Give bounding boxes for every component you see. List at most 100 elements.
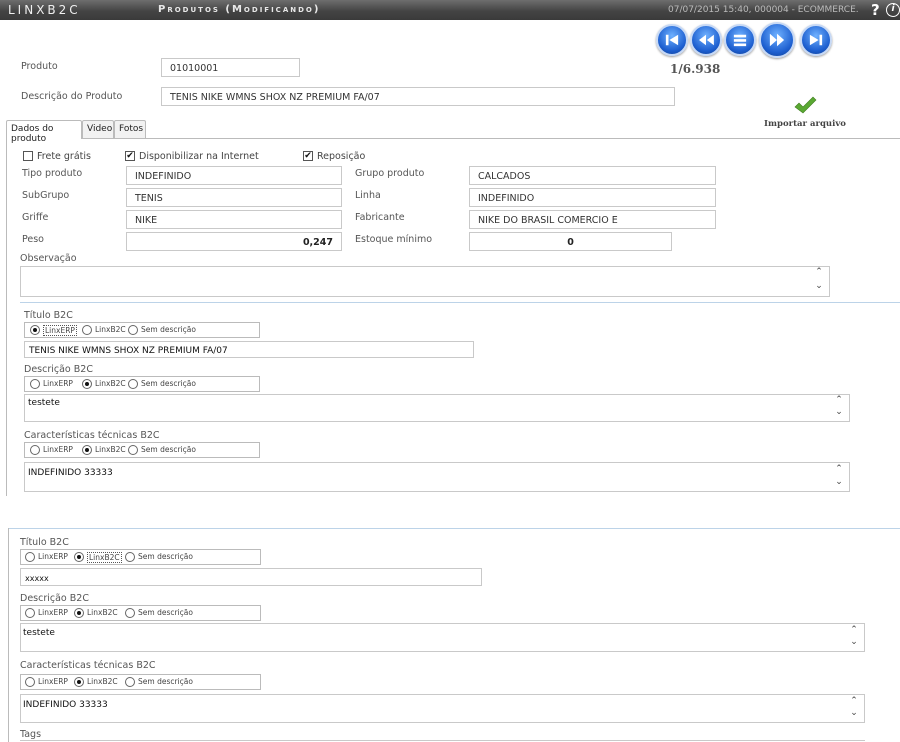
descricao-produto-field[interactable]: TENIS NIKE WMNS SHOX NZ PREMIUM FA/07 (161, 87, 675, 106)
caracteristicas-linxb2c-radio[interactable] (82, 445, 92, 455)
titulo-linxerp-radio[interactable] (30, 325, 40, 335)
caracteristicas-linxb2c-radio[interactable] (74, 677, 84, 687)
previous-record-button[interactable] (690, 24, 722, 56)
observacao-label: Observação (20, 253, 77, 264)
descricao-linxerp-label: LinxERP (38, 608, 68, 617)
linha-field[interactable]: INDEFINIDO (469, 188, 716, 207)
caracteristicas-b2c-value: INDEFINIDO 33333 (28, 468, 113, 478)
griffe-field[interactable]: NIKE (126, 210, 342, 229)
subgrupo-field[interactable]: TENIS (126, 188, 342, 207)
titulo-linxerp-radio[interactable] (25, 552, 35, 562)
tab-fotos[interactable]: Fotos (114, 120, 146, 138)
descricao-linxb2c-label: LinxB2C (87, 608, 118, 617)
subgrupo-label: SubGrupo (22, 190, 70, 201)
grupo-produto-field[interactable]: CALCADOS (469, 166, 716, 185)
titulo-sem-descricao-radio[interactable] (128, 325, 138, 335)
list-view-button[interactable] (724, 24, 756, 56)
tipo-produto-field[interactable]: INDEFINIDO (126, 166, 342, 185)
caracteristicas-b2c-label: Características técnicas B2C (24, 430, 160, 441)
frete-gratis-checkbox[interactable] (23, 151, 33, 161)
titulo-linxb2c-radio[interactable] (82, 325, 92, 335)
descricao-b2c-label: Descrição B2C (24, 364, 93, 375)
caracteristicas-sem-descricao-radio[interactable] (125, 677, 135, 687)
estoque-minimo-field[interactable]: 0 (469, 232, 672, 251)
descricao-sem-descricao-label: Sem descrição (141, 379, 196, 388)
descricao-sem-descricao-radio[interactable] (128, 379, 138, 389)
tab-video[interactable]: Video (82, 120, 114, 138)
descricao-linxb2c-label: LinxB2C (95, 379, 126, 388)
info-icon[interactable]: i (886, 3, 900, 17)
caracteristicas-linxerp-label: LinxERP (43, 445, 73, 454)
last-record-button[interactable] (800, 24, 832, 56)
titulo-linxerp-label: LinxERP (43, 325, 77, 336)
scroll-up-icon[interactable]: ⌃ (833, 464, 845, 474)
caracteristicas-b2c-radio-group: LinxERP LinxB2C Sem descrição (20, 674, 261, 690)
descricao-b2c-radio-group: LinxERP LinxB2C Sem descrição (24, 376, 260, 392)
descricao-sem-descricao-radio[interactable] (125, 608, 135, 618)
descricao-linxb2c-radio[interactable] (74, 608, 84, 618)
caracteristicas-sem-descricao-radio[interactable] (128, 445, 138, 455)
titulo-linxerp-label: LinxERP (38, 552, 68, 561)
descricao-b2c-textarea[interactable]: testete ⌃ ⌄ (24, 394, 850, 422)
descricao-produto-label: Descrição do Produto (21, 91, 123, 102)
panel-left-border (8, 528, 9, 742)
produto-field[interactable]: 01010001 (161, 58, 300, 77)
titulo-linxb2c-label: LinxB2C (87, 552, 122, 563)
titulo-b2c-label: Título B2C (20, 537, 69, 548)
scroll-up-icon[interactable]: ⌃ (833, 395, 845, 405)
descricao-linxerp-label: LinxERP (43, 379, 73, 388)
caracteristicas-sem-descricao-label: Sem descrição (141, 445, 196, 454)
caracteristicas-linxerp-radio[interactable] (25, 677, 35, 687)
titulo-sem-descricao-radio[interactable] (125, 552, 135, 562)
scroll-down-icon[interactable]: ⌄ (833, 477, 845, 487)
scroll-down-icon[interactable]: ⌄ (848, 637, 860, 647)
disponibilizar-internet-checkbox[interactable]: ✔ (125, 151, 135, 161)
tab-dados-do-produto[interactable]: Dados do produto (6, 120, 82, 144)
scroll-up-icon[interactable]: ⌃ (848, 696, 860, 706)
import-file-button[interactable]: Importar arquivo (760, 96, 850, 129)
tags-label: Tags (20, 729, 42, 740)
checkmark-icon (794, 96, 817, 114)
scroll-down-icon[interactable]: ⌄ (848, 708, 860, 718)
app-title: LINXB2C (8, 3, 81, 17)
descricao-b2c-textarea[interactable]: testete ⌃ ⌄ (20, 623, 865, 652)
titulo-linxb2c-radio[interactable] (74, 552, 84, 562)
titulo-b2c-value: TENIS NIKE WMNS SHOX NZ PREMIUM FA/07 (29, 346, 228, 356)
descricao-linxerp-radio[interactable] (25, 608, 35, 618)
caracteristicas-b2c-textarea[interactable]: INDEFINIDO 33333 ⌃ ⌄ (20, 694, 865, 723)
estoque-minimo-label: Estoque mínimo (355, 234, 433, 245)
titulo-b2c-label: Título B2C (24, 310, 73, 321)
caracteristicas-linxerp-radio[interactable] (30, 445, 40, 455)
descricao-b2c-value: testete (28, 398, 60, 408)
grupo-produto-label: Grupo produto (355, 168, 425, 179)
help-icon[interactable]: ? (871, 1, 880, 19)
scroll-up-icon[interactable]: ⌃ (848, 625, 860, 635)
peso-field[interactable]: 0,247 (126, 232, 342, 251)
next-record-button[interactable] (759, 22, 795, 58)
descricao-sem-descricao-label: Sem descrição (138, 608, 193, 617)
caracteristicas-linxb2c-label: LinxB2C (87, 677, 118, 686)
scroll-down-icon[interactable]: ⌄ (813, 281, 825, 291)
caracteristicas-b2c-label: Características técnicas B2C (20, 660, 156, 671)
tipo-produto-label: Tipo produto (22, 168, 83, 179)
titulo-b2c-value: xxxxx (25, 574, 49, 583)
fabricante-field[interactable]: NIKE DO BRASIL COMERCIO E (469, 210, 716, 229)
descricao-b2c-value: testete (23, 628, 55, 638)
caracteristicas-b2c-textarea[interactable]: INDEFINIDO 33333 ⌃ ⌄ (24, 462, 850, 492)
fast-forward-icon (769, 33, 785, 47)
reposicao-checkbox[interactable]: ✔ (303, 151, 313, 161)
disponibilizar-internet-label: Disponibilizar na Internet (139, 151, 259, 162)
first-record-button[interactable] (656, 24, 688, 56)
skip-forward-icon (809, 34, 823, 46)
descricao-linxerp-radio[interactable] (30, 379, 40, 389)
observacao-textarea[interactable]: ⌃ ⌄ (20, 266, 830, 297)
titulo-b2c-field[interactable]: TENIS NIKE WMNS SHOX NZ PREMIUM FA/07 (24, 341, 474, 358)
panel-left-border (6, 138, 7, 496)
caracteristicas-sem-descricao-label: Sem descrição (138, 677, 193, 686)
scroll-down-icon[interactable]: ⌄ (833, 407, 845, 417)
descricao-b2c-label: Descrição B2C (20, 593, 89, 604)
descricao-linxb2c-radio[interactable] (82, 379, 92, 389)
caracteristicas-linxerp-label: LinxERP (38, 677, 68, 686)
scroll-up-icon[interactable]: ⌃ (813, 267, 825, 277)
titulo-b2c-field[interactable]: xxxxx (20, 568, 482, 586)
